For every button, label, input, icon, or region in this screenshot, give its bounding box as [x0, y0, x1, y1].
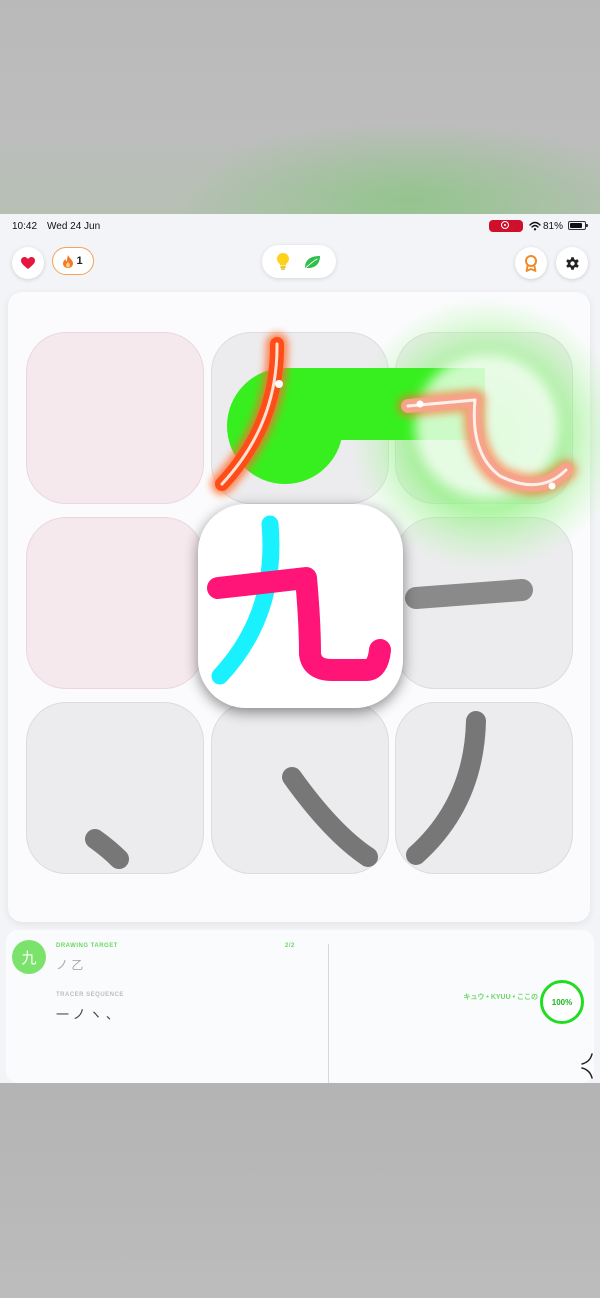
lightbulb-icon[interactable] — [277, 253, 290, 270]
status-time: 10:42 — [12, 221, 38, 232]
info-panel: 九 DRAWING TARGET 2/2 ノ 乙 TRACER SEQUENCE… — [6, 930, 594, 1083]
kanji-badge: 九 — [12, 940, 46, 974]
achievements-button[interactable] — [515, 247, 547, 279]
battery-percent: 81% — [543, 221, 564, 232]
drawing-target-label: DRAWING TARGET — [56, 943, 118, 949]
heart-icon — [21, 256, 35, 269]
panel-divider — [328, 944, 329, 1083]
progress-count: 2/2 — [285, 943, 295, 949]
award-icon — [525, 254, 537, 272]
flame-icon — [63, 254, 74, 268]
target-kanji-strokes — [207, 515, 391, 685]
blurred-background-top — [0, 0, 600, 214]
tracer-strokes: 一 ノ ヽ 、 — [56, 1007, 119, 1022]
app-screen: 10:42 Wed 24 Jun 81% 1 九 DRAWING TARGET … — [0, 214, 600, 1083]
record-icon — [501, 221, 509, 229]
tile-slash-stroke[interactable] — [211, 702, 389, 874]
tile-no-stroke[interactable] — [211, 332, 389, 504]
mode-switcher[interactable] — [262, 245, 336, 278]
gear-icon — [565, 256, 579, 270]
tile-horizontal-stroke[interactable] — [395, 517, 573, 689]
target-kanji-tile[interactable] — [198, 504, 403, 708]
streak-counter[interactable]: 1 — [52, 247, 94, 275]
cyan-stroke — [211, 515, 280, 685]
battery-icon — [568, 221, 588, 230]
tile-otsu-stroke[interactable] — [395, 332, 573, 504]
falling-stroke-glyph — [282, 767, 378, 867]
status-date: Wed 24 Jun — [47, 221, 101, 232]
sweep-stroke-glyph — [406, 711, 486, 865]
tile-empty-2[interactable] — [26, 517, 204, 689]
tile-sweep-stroke[interactable] — [395, 702, 573, 874]
dot-stroke-glyph — [85, 829, 129, 869]
tracer-sequence-label: TRACER SEQUENCE — [56, 992, 124, 998]
tile-empty-1[interactable] — [26, 332, 204, 504]
completion-ring: 100% — [540, 980, 584, 1024]
sheet-handle-icon[interactable] — [578, 1052, 594, 1082]
kanji-reading: キュウ • KYUU • ここの — [463, 994, 538, 1001]
horizontal-stroke-glyph — [405, 579, 533, 609]
streak-count: 1 — [76, 255, 83, 267]
tile-dot-stroke[interactable] — [26, 702, 204, 874]
status-bar: 10:42 Wed 24 Jun 81% — [0, 214, 600, 238]
completion-percent: 100% — [551, 997, 573, 1007]
blurred-background-bottom — [0, 1083, 600, 1298]
wifi-icon — [529, 221, 541, 231]
screen-recording-indicator — [489, 220, 523, 232]
settings-button[interactable] — [556, 247, 588, 279]
target-strokes: ノ 乙 — [56, 958, 84, 972]
leaf-icon[interactable] — [304, 255, 321, 269]
lives-button[interactable] — [12, 247, 44, 279]
